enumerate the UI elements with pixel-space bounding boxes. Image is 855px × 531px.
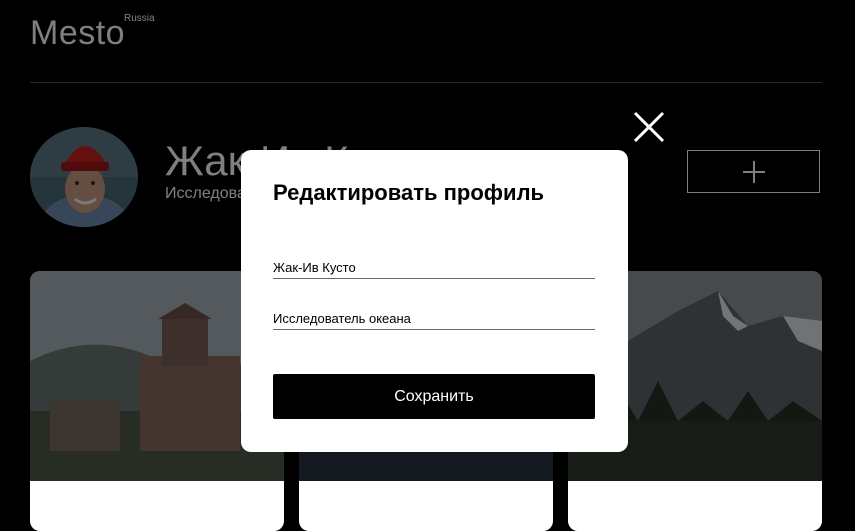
edit-profile-popup: Редактировать профиль Сохранить: [241, 150, 628, 452]
close-icon: [633, 111, 665, 143]
popup-title: Редактировать профиль: [273, 180, 545, 205]
about-field: [273, 308, 595, 330]
save-button[interactable]: Сохранить: [273, 374, 595, 419]
page: Mesto Russia Жак-Ив Кусто Исследователь …: [0, 0, 855, 531]
name-input[interactable]: [273, 257, 595, 277]
close-button[interactable]: [632, 110, 666, 144]
about-input[interactable]: [273, 308, 595, 328]
name-field: [273, 257, 595, 279]
